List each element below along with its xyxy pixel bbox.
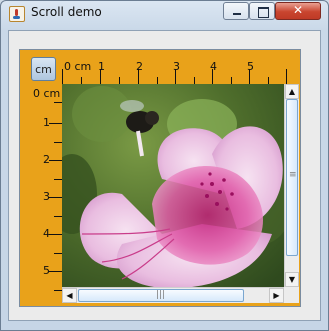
h-ruler-label: 5 bbox=[247, 60, 254, 73]
scroll-down-button[interactable]: ▼ bbox=[285, 272, 299, 287]
h-ruler-label: 1 bbox=[98, 60, 105, 73]
window-title: Scroll demo bbox=[31, 5, 102, 19]
v-ruler-label: 3 bbox=[43, 190, 50, 203]
arrow-up-icon: ▲ bbox=[288, 87, 296, 96]
scroll-right-button[interactable]: ▶ bbox=[269, 288, 284, 303]
vertical-scroll-thumb[interactable]: ≡ bbox=[286, 99, 298, 256]
v-ruler-label: 4 bbox=[43, 227, 50, 240]
horizontal-scrollbar[interactable]: ◀ ||| ▶ bbox=[62, 287, 284, 303]
close-icon: ✕ bbox=[292, 3, 304, 17]
close-button[interactable]: ✕ bbox=[275, 2, 321, 20]
grip-icon: ||| bbox=[156, 290, 166, 300]
arrow-right-icon: ▶ bbox=[273, 291, 280, 300]
unit-toggle-button[interactable]: cm bbox=[31, 57, 56, 81]
maximize-button[interactable] bbox=[249, 2, 275, 20]
v-ruler-origin-label: 0 cm bbox=[33, 87, 61, 100]
scroll-left-button[interactable]: ◀ bbox=[62, 288, 77, 303]
h-ruler-label: 2 bbox=[136, 60, 143, 73]
horizontal-scroll-thumb[interactable]: ||| bbox=[78, 289, 244, 302]
minimize-button[interactable] bbox=[223, 2, 249, 20]
h-ruler-label: 4 bbox=[210, 60, 217, 73]
vertical-scrollbar[interactable]: ▲ ≡ ▼ bbox=[284, 84, 299, 287]
vertical-ruler: 0 cm 1 2 3 4 5 bbox=[27, 84, 62, 303]
v-ruler-label: 5 bbox=[43, 264, 50, 277]
v-ruler-label: 2 bbox=[43, 153, 50, 166]
java-icon bbox=[9, 6, 25, 22]
grip-icon: ≡ bbox=[289, 170, 297, 180]
arrow-left-icon: ◀ bbox=[66, 291, 73, 300]
v-ruler-label: 1 bbox=[43, 116, 50, 129]
maximize-icon bbox=[258, 7, 269, 18]
scrollbar-corner bbox=[284, 287, 299, 303]
h-ruler-origin-label: 0 cm bbox=[64, 60, 92, 73]
scroll-up-button[interactable]: ▲ bbox=[285, 84, 299, 99]
title-bar[interactable]: Scroll demo ✕ bbox=[1, 1, 328, 25]
horizontal-ruler: 0 cm 1 2 3 4 5 bbox=[62, 55, 299, 84]
arrow-down-icon: ▼ bbox=[288, 275, 296, 284]
flower-image bbox=[62, 84, 284, 287]
minimize-icon bbox=[233, 13, 241, 15]
h-ruler-label: 3 bbox=[173, 60, 180, 73]
image-viewport[interactable] bbox=[62, 84, 284, 287]
